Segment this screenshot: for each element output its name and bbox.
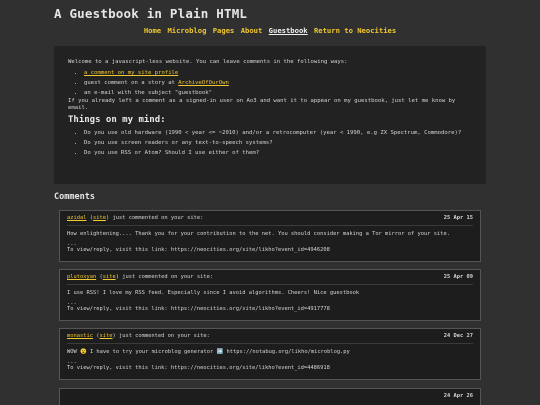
comment-date: 25 Apr 09 xyxy=(443,274,473,280)
site-profile-link[interactable]: a comment on my site profile xyxy=(84,70,178,76)
nav-microblog-link[interactable]: Microblog xyxy=(167,26,206,35)
mind-heading: Things on my mind: xyxy=(68,115,166,125)
nav-neocities-link[interactable]: Return to Neocities xyxy=(314,26,396,35)
comment-view-link[interactable]: To view/reply, visit this link: https://… xyxy=(67,365,473,372)
comment-site-link[interactable]: site xyxy=(103,274,116,280)
nav-guestbook-link[interactable]: Guestbook xyxy=(269,26,308,35)
comment-user-link[interactable]: azidal xyxy=(67,215,86,221)
comments-heading: Comments xyxy=(54,192,95,202)
questions-list: Do you use old hardware (1990 < year <= … xyxy=(68,128,472,158)
list-item: Do you use old hardware (1990 < year <= … xyxy=(84,128,472,138)
comment-user-link[interactable]: plutoxyan xyxy=(67,274,96,280)
comment-ellipsis: ... xyxy=(67,358,77,365)
comment-date: 25 Apr 15 xyxy=(443,215,473,221)
comment-card: 24 Apr 26 xyxy=(59,388,481,405)
intro-panel: Welcome to a javascript-less website. Yo… xyxy=(54,46,486,184)
list-item: Do you use RSS or Atom? Should I use eit… xyxy=(84,148,472,158)
nav-about-link[interactable]: About xyxy=(241,26,263,35)
comment-card: azidal (site) just commented on your sit… xyxy=(59,210,481,262)
list-item: a comment on my site profile xyxy=(84,68,472,78)
list-item: Do you use screen readers or any text-to… xyxy=(84,138,472,148)
comment-site-link[interactable]: site xyxy=(93,215,106,221)
comment-date: 24 Dec 27 xyxy=(443,333,473,339)
comment-view-link[interactable]: To view/reply, visit this link: https://… xyxy=(67,247,473,254)
ao3-link[interactable]: ArchiveOfOurOwn xyxy=(178,80,229,86)
signed-in-note: If you already left a comment as a signe… xyxy=(68,98,456,111)
comment-ellipsis: ... xyxy=(67,299,77,306)
comment-message: WOW 😮 I have to try your microblog gener… xyxy=(67,349,350,355)
comment-date: 24 Apr 26 xyxy=(443,393,473,399)
comment-card: plutoxyan (site) just commented on your … xyxy=(59,269,481,321)
comment-card: monastic (site) just commented on your s… xyxy=(59,328,481,380)
comment-message: I use RSS! I love my RSS feed. Especiall… xyxy=(67,290,360,296)
list-item: guest comment on a story at ArchiveOfOur… xyxy=(84,78,472,88)
welcome-text: Welcome to a javascript-less website. Yo… xyxy=(68,59,348,65)
comment-ellipsis: ... xyxy=(67,240,77,247)
comment-user-link[interactable]: monastic xyxy=(67,333,93,339)
comment-ways-list: a comment on my site profile guest comme… xyxy=(68,68,472,98)
main-nav: Home Microblog Pages About Guestbook Ret… xyxy=(0,26,540,35)
nav-pages-link[interactable]: Pages xyxy=(213,26,235,35)
comment-view-link[interactable]: To view/reply, visit this link: https://… xyxy=(67,306,473,313)
comment-site-link[interactable]: site xyxy=(99,333,112,339)
page-title: A Guestbook in Plain HTML xyxy=(54,6,248,21)
comment-message: How enlightening.... Thank you for your … xyxy=(67,231,450,237)
list-item: an e-mail with the subject "guestbook" xyxy=(84,88,472,98)
nav-home-link[interactable]: Home xyxy=(144,26,161,35)
